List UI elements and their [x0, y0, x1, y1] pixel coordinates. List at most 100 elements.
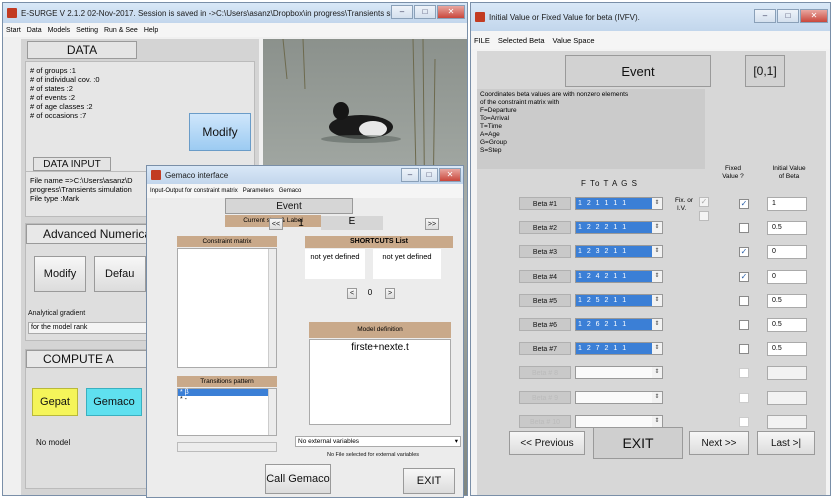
initial-value-input[interactable]	[767, 390, 807, 405]
transitions-list[interactable]: * β * -	[177, 388, 277, 436]
beta-label[interactable]: Beta #1	[519, 197, 571, 210]
menu-data[interactable]: Data	[27, 27, 42, 34]
beta-label[interactable]: Beta #7	[519, 342, 571, 356]
modify-advanced-button[interactable]: Modify	[34, 256, 86, 292]
beta-code-select[interactable]: 1 2 3 2 1 1 ⇕	[575, 245, 663, 259]
beta-label[interactable]: Beta #5	[519, 293, 571, 307]
stepper-icon[interactable]: ⇕	[652, 343, 662, 355]
beta-code-select[interactable]: 1 2 7 2 1 1 ⇕	[575, 342, 663, 356]
menu-parameters[interactable]: Parameters	[243, 188, 274, 194]
beta-code-select[interactable]: ⇕	[575, 366, 663, 380]
initial-value-input[interactable]: 0	[767, 269, 807, 284]
fixed-value-checkbox[interactable]	[739, 320, 749, 330]
last-button[interactable]: Last >|	[757, 431, 815, 455]
beta-code-select[interactable]: 1 2 4 2 1 1 ⇕	[575, 269, 663, 283]
menu-value-space[interactable]: Value Space	[553, 36, 595, 45]
gemaco-exit-button[interactable]: EXIT	[403, 468, 455, 494]
menu-models[interactable]: Models	[48, 27, 71, 34]
menu-setting[interactable]: Setting	[76, 27, 98, 34]
initial-value-input[interactable]: 0.5	[767, 342, 807, 357]
step-next-button[interactable]: >>	[425, 218, 439, 230]
minimize-icon[interactable]: –	[401, 168, 419, 182]
stepper-icon[interactable]: ⇕	[652, 198, 662, 209]
fixed-value-checkbox[interactable]	[739, 392, 749, 403]
stepper-icon[interactable]: ⇕	[652, 222, 662, 234]
menu-help[interactable]: Help	[144, 27, 158, 34]
fixed-value-checkbox[interactable]	[739, 223, 749, 234]
beta-code-select[interactable]: ⇕	[575, 414, 663, 428]
close-icon[interactable]: ✕	[800, 9, 828, 23]
stepper-icon[interactable]: ⇕	[652, 391, 662, 403]
scrollbar[interactable]	[268, 389, 276, 435]
menu-run-see[interactable]: Run & See	[104, 27, 138, 34]
close-icon[interactable]: ✕	[437, 5, 465, 19]
fixed-value-checkbox[interactable]: ✓	[739, 199, 749, 209]
gemaco-button[interactable]: Gemaco	[86, 388, 142, 416]
model-definition-input[interactable]: firste+nexte.t	[309, 339, 451, 425]
menu-file[interactable]: FILE	[474, 36, 490, 45]
fixed-value-checkbox[interactable]: ✓	[739, 271, 749, 282]
beta-code-select[interactable]: ⇕	[575, 390, 663, 404]
beta-label[interactable]: Beta #2	[519, 221, 571, 235]
gemaco-event-button[interactable]: Event	[225, 198, 353, 214]
fixed-value-checkbox[interactable]	[739, 368, 749, 379]
external-variables-select[interactable]: No external variables ▾	[295, 436, 461, 447]
next-button[interactable]: Next >>	[689, 431, 749, 455]
maximize-icon[interactable]: □	[420, 168, 438, 182]
menu-start[interactable]: Start	[6, 27, 21, 34]
transition-item[interactable]: * β	[178, 389, 268, 396]
initial-value-input[interactable]: 0.5	[767, 293, 807, 308]
beta-code-select[interactable]: 1 2 6 2 1 1 ⇕	[575, 318, 663, 331]
stepper-icon[interactable]: ⇕	[652, 270, 662, 282]
range-button[interactable]: [0,1]	[745, 55, 785, 87]
close-icon[interactable]: ✕	[439, 168, 461, 182]
call-gemaco-button[interactable]: Call Gemaco	[265, 464, 331, 494]
beta-label[interactable]: Beta #6	[519, 318, 571, 331]
initial-value-input[interactable]: 1	[767, 197, 807, 211]
beta-code-select[interactable]: 1 2 1 1 1 1 ⇕	[575, 197, 663, 210]
shortcut-2[interactable]: not yet defined	[373, 249, 441, 279]
maximize-icon[interactable]: □	[414, 5, 436, 19]
gepat-button[interactable]: Gepat	[32, 388, 78, 416]
stepper-icon[interactable]: ⇕	[652, 367, 662, 379]
beta-label[interactable]: Beta #3	[519, 245, 571, 259]
shortcut-1[interactable]: not yet defined	[305, 249, 365, 279]
beta-label[interactable]: Beta #4	[519, 269, 571, 283]
beta-code-select[interactable]: 1 2 2 2 1 1 ⇕	[575, 221, 663, 235]
step-prev-button[interactable]: <<	[269, 218, 283, 230]
menu-gemaco[interactable]: Gemaco	[279, 188, 302, 194]
initial-value-input[interactable]: 0	[767, 245, 807, 260]
shortcut-prev-button[interactable]: <	[347, 288, 357, 299]
transition-item[interactable]: * -	[178, 396, 276, 403]
model-rank-select[interactable]: for the model rank	[28, 322, 148, 334]
modify-data-button[interactable]: Modify	[189, 113, 251, 151]
stepper-icon[interactable]: ⇕	[652, 246, 662, 258]
fixed-value-checkbox[interactable]: ✓	[739, 247, 749, 258]
beta-label[interactable]: Beta # 9	[519, 390, 571, 404]
minimize-icon[interactable]: –	[391, 5, 413, 19]
previous-button[interactable]: << Previous	[509, 431, 585, 455]
stepper-icon[interactable]: ⇕	[652, 319, 662, 330]
initial-value-input[interactable]: 0.5	[767, 221, 807, 236]
menu-input-output[interactable]: Input-Output for constraint matrix	[150, 188, 238, 194]
menu-selected-beta[interactable]: Selected Beta	[498, 36, 545, 45]
fixed-value-checkbox[interactable]	[739, 295, 749, 306]
shortcut-next-button[interactable]: >	[385, 288, 395, 299]
scrollbar[interactable]	[268, 249, 276, 367]
initial-value-input[interactable]	[767, 414, 807, 429]
minimize-icon[interactable]: –	[754, 9, 776, 23]
fixed-value-checkbox[interactable]	[739, 344, 749, 355]
initial-value-input[interactable]: 0.5	[767, 318, 807, 332]
beta-code-select[interactable]: 1 2 5 2 1 1 ⇕	[575, 293, 663, 307]
constraint-matrix-list[interactable]	[177, 248, 277, 368]
default-button[interactable]: Defau	[94, 256, 146, 292]
fixed-value-checkbox[interactable]	[739, 416, 749, 427]
stepper-icon[interactable]: ⇕	[652, 415, 662, 427]
ivfv-exit-button[interactable]: EXIT	[593, 427, 683, 459]
stepper-icon[interactable]: ⇕	[652, 294, 662, 306]
maximize-icon[interactable]: □	[777, 9, 799, 23]
beta-label[interactable]: Beta # 10	[519, 414, 571, 428]
ivfv-event-button[interactable]: Event	[565, 55, 711, 87]
horizontal-scrollbar[interactable]	[177, 442, 277, 452]
initial-value-input[interactable]	[767, 366, 807, 381]
